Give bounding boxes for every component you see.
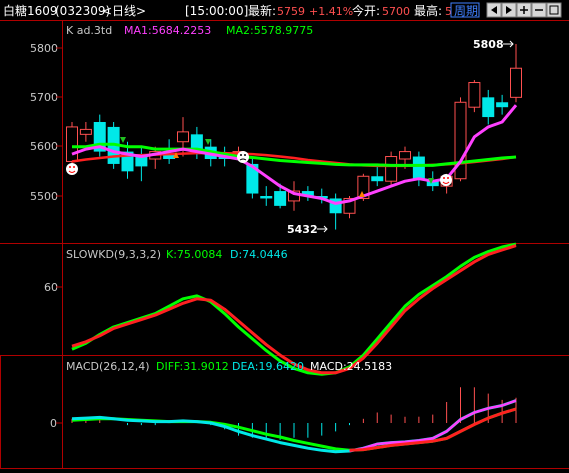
candle-body-up — [510, 67, 522, 98]
macd-title: MACD(26,12,4) — [66, 360, 150, 373]
smiley-icon — [440, 174, 452, 186]
panel-frames — [0, 20, 569, 469]
candle-body-up — [79, 128, 92, 135]
low-marker-label: 5432 — [287, 223, 318, 236]
kd-k-line — [71, 242, 517, 376]
main-y-axis: 5800 5700 5600 5500 — [30, 42, 62, 203]
candle-body-down — [482, 97, 495, 118]
prev-icon[interactable] — [486, 2, 502, 18]
candle-body-down — [274, 191, 287, 206]
kd-d-label: D:74.0446 — [230, 248, 288, 261]
macd-y-tick-0: 0 — [50, 417, 57, 430]
kd-y-axis: 60 — [44, 281, 62, 294]
kd-d-line — [71, 244, 517, 375]
kd-lines — [71, 242, 517, 376]
y-tick-5500: 5500 — [30, 190, 58, 203]
ma1-legend: MA1:5684.2253 — [124, 24, 211, 37]
header-bar: 白糖1609 (032309) <日线> [15:00:00] 最新: 5759… — [0, 0, 569, 20]
macd-macd-label: MACD:24.5183 — [310, 360, 392, 373]
high-marker: 5808 — [473, 38, 514, 51]
low-marker: 5432 — [287, 223, 328, 236]
candle-body-up — [385, 156, 398, 182]
neutral-face-icon — [237, 151, 249, 163]
period-tag: <日线> — [102, 4, 146, 18]
open-value: 5700 — [382, 5, 410, 18]
candlestick-series — [66, 44, 522, 230]
candle-body-down — [371, 176, 384, 182]
main-legend-prefix: K ad.3td — [66, 24, 112, 37]
kd-y-tick-60: 60 — [44, 281, 58, 294]
high-label: 最高: — [414, 3, 442, 18]
candle-body-down — [135, 156, 148, 167]
open-label: 今开: — [352, 3, 380, 18]
candle-body-up — [399, 151, 411, 160]
macd-dea-label: DEA:19.6420 — [232, 360, 304, 373]
ma2-legend: MA2:5578.9775 — [226, 24, 313, 37]
macd-y-axis: 0 — [50, 417, 62, 430]
candle-body-up — [66, 126, 78, 162]
zoom-out-icon[interactable] — [531, 2, 547, 18]
candle-body-up — [468, 82, 481, 108]
candle-body-up — [177, 131, 189, 143]
candle-body-down — [496, 102, 509, 108]
period-button[interactable]: 周期 — [450, 2, 480, 18]
high-marker-label: 5808 — [473, 38, 504, 51]
candle-body-down — [260, 196, 273, 199]
sell-arrow-icon — [120, 137, 126, 143]
latest-label: 最新: — [248, 3, 276, 18]
instrument-title: 白糖1609 — [3, 3, 58, 18]
zoom-in-icon[interactable] — [516, 2, 532, 18]
main-legend: K ad.3td MA1:5684.2253 MA2:5578.9775 — [66, 24, 313, 37]
next-icon[interactable] — [501, 2, 517, 18]
fullscreen-icon[interactable] — [546, 2, 562, 18]
time-label: [15:00:00] — [185, 4, 248, 18]
kd-legend: SLOWKD(9,3,3,2) K:75.0084 D:74.0446 — [66, 248, 288, 261]
macd-diff-label: DIFF:31.9012 — [156, 360, 229, 373]
latest-value: 5759 — [277, 5, 305, 18]
smiley-icon — [66, 163, 78, 175]
change-pct: +1.41% — [309, 5, 353, 18]
chart-window: 白糖1609 (032309) <日线> [15:00:00] 最新: 5759… — [0, 0, 569, 469]
macd-histogram — [71, 387, 517, 440]
kd-title: SLOWKD(9,3,3,2) — [66, 248, 161, 261]
macd-legend: MACD(26,12,4) DIFF:31.9012 DEA:19.6420 M… — [66, 360, 392, 373]
period-button-label: 周期 — [454, 4, 478, 18]
sell-arrow-icon — [205, 139, 211, 145]
y-tick-5700: 5700 — [30, 91, 58, 104]
kd-k-label: K:75.0084 — [166, 248, 222, 261]
y-tick-5800: 5800 — [30, 42, 58, 55]
y-tick-5600: 5600 — [30, 140, 58, 153]
candle-body-down — [412, 156, 425, 179]
